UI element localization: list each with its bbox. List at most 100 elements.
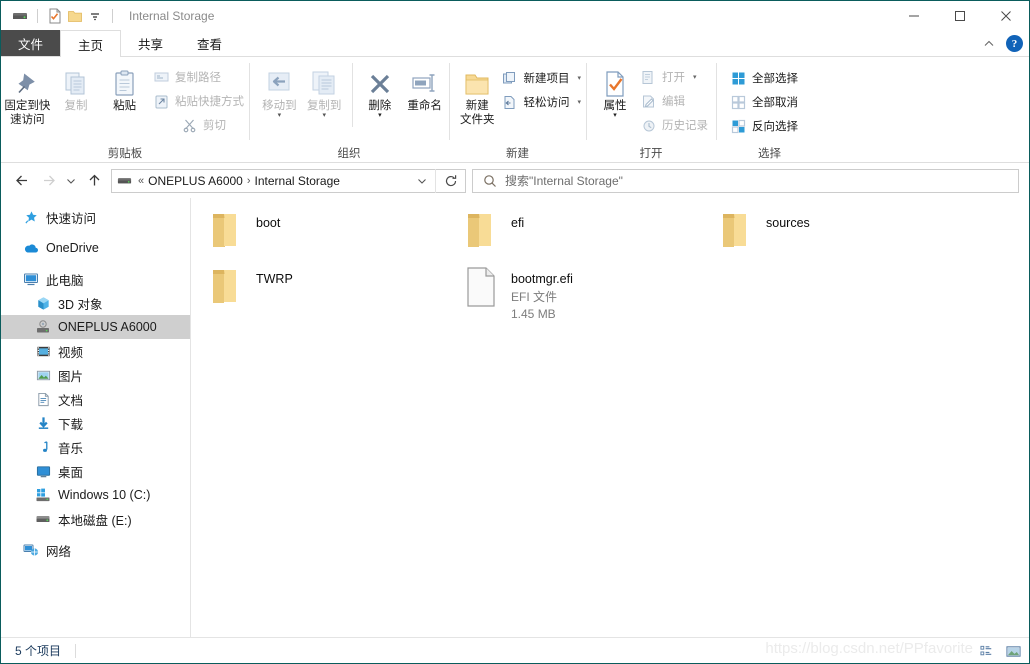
delete-icon xyxy=(365,65,395,99)
copy-button[interactable]: 复制 xyxy=(52,61,101,113)
easy-access-button[interactable]: 轻松访问 ▾ xyxy=(497,91,584,113)
cut-button[interactable]: 剪切 xyxy=(177,114,247,136)
list-item[interactable]: efi xyxy=(456,204,711,260)
paste-shortcut-icon xyxy=(152,92,170,110)
properties-button[interactable]: 属性 ▾ xyxy=(594,61,636,119)
properties-icon[interactable] xyxy=(45,6,65,26)
sidebar-item-documents[interactable]: 文档 xyxy=(1,387,190,411)
file-name: TWRP xyxy=(256,272,293,286)
sidebar-item-pictures[interactable]: 图片 xyxy=(1,363,190,387)
file-list-pane[interactable]: boot efi sources TWRP bootmgr.efi EFI 文件… xyxy=(191,198,1029,637)
back-button[interactable] xyxy=(9,168,35,194)
paste-shortcut-label: 粘贴快捷方式 xyxy=(175,96,245,108)
sidebar-item-quick-access[interactable]: 快速访问 xyxy=(1,205,190,229)
sidebar-label: 网络 xyxy=(46,544,72,559)
copy-to-button[interactable]: 复制到 ▾ xyxy=(302,61,347,119)
new-folder-button[interactable]: 新建 文件夹 xyxy=(457,61,497,127)
customize-qat-icon[interactable] xyxy=(85,6,105,26)
ribbon-group-select: 全部选择 全部取消 反向选择 选择 xyxy=(716,57,823,162)
sidebar-item-desktop[interactable]: 桌面 xyxy=(1,459,190,483)
details-view-button[interactable] xyxy=(977,641,997,661)
status-bar: 5 个项目 https://blog.csdn.net/PPfavorite xyxy=(1,637,1029,663)
paste-button[interactable]: 粘贴 xyxy=(100,61,149,113)
chevron-up-icon[interactable] xyxy=(980,35,998,53)
drive-icon xyxy=(117,173,134,188)
select-all-button[interactable]: 全部选择 xyxy=(726,67,801,89)
delete-button[interactable]: 删除 ▾ xyxy=(357,61,402,119)
sidebar-item-oneplus-a6000[interactable]: ONEPLUS A6000 xyxy=(1,315,190,339)
list-item[interactable]: boot xyxy=(201,204,456,260)
sidebar-item-local-disk-e[interactable]: 本地磁盘 (E:) xyxy=(1,507,190,531)
copy-path-button[interactable]: 复制路径 xyxy=(149,66,247,88)
select-none-button[interactable]: 全部取消 xyxy=(726,91,801,113)
file-explorer-window: Internal Storage 文件 主页 共享 查看 ? 固定到快 速访问 … xyxy=(0,0,1030,664)
history-label: 历史记录 xyxy=(662,120,708,132)
address-dropdown-button[interactable] xyxy=(409,170,435,192)
edit-label: 编辑 xyxy=(662,96,685,108)
open-button[interactable]: 打开 ▾ xyxy=(636,66,711,88)
tab-file[interactable]: 文件 xyxy=(1,30,61,56)
invert-selection-button[interactable]: 反向选择 xyxy=(726,115,801,137)
file-type: EFI 文件 xyxy=(511,290,558,304)
pin-to-quick-access-button[interactable]: 固定到快 速访问 xyxy=(3,61,52,127)
sidebar-item-music[interactable]: 音乐 xyxy=(1,435,190,459)
paste-shortcut-button[interactable]: 粘贴快捷方式 xyxy=(149,90,247,112)
downloads-icon xyxy=(35,415,51,431)
breadcrumb-item-device[interactable]: ONEPLUS A6000 xyxy=(148,174,243,188)
refresh-button[interactable] xyxy=(435,168,465,193)
sidebar-item-onedrive[interactable]: OneDrive xyxy=(1,236,190,260)
large-icons-view-button[interactable] xyxy=(1003,641,1023,661)
title-bar: Internal Storage xyxy=(1,1,1029,30)
folder-icon xyxy=(716,210,756,254)
tab-view[interactable]: 查看 xyxy=(180,30,239,56)
sidebar-label: 桌面 xyxy=(58,465,84,480)
folder-icon xyxy=(206,266,246,310)
breadcrumb[interactable]: « ONEPLUS A6000 › Internal Storage xyxy=(112,173,409,188)
pin-icon xyxy=(12,65,42,99)
item-count: 5 个项目 xyxy=(15,644,62,658)
edit-button[interactable]: 编辑 xyxy=(636,90,711,112)
tab-share[interactable]: 共享 xyxy=(121,30,180,56)
list-item[interactable]: TWRP xyxy=(201,260,456,316)
help-button[interactable]: ? xyxy=(1006,35,1023,52)
sidebar-item-windows-c[interactable]: Windows 10 (C:) xyxy=(1,483,190,507)
history-button[interactable]: 历史记录 xyxy=(636,114,711,136)
breadcrumb-item-folder[interactable]: Internal Storage xyxy=(255,174,340,188)
new-item-button[interactable]: 新建项目 ▾ xyxy=(497,67,584,89)
move-to-button[interactable]: 移动到 ▾ xyxy=(257,61,302,119)
list-item-text: TWRP xyxy=(256,266,293,286)
chevron-down-icon[interactable]: ▾ xyxy=(577,98,581,106)
rename-button[interactable]: 重命名 xyxy=(402,61,447,113)
select-small-buttons: 全部选择 全部取消 反向选择 xyxy=(726,61,801,137)
sidebar-item-this-pc[interactable]: 此电脑 xyxy=(1,267,190,291)
list-item[interactable]: bootmgr.efi EFI 文件 1.45 MB xyxy=(456,260,711,321)
chevron-down-icon[interactable]: ▾ xyxy=(577,74,581,82)
file-name: sources xyxy=(766,216,810,230)
minimize-button[interactable] xyxy=(891,1,937,30)
close-button[interactable] xyxy=(983,1,1029,30)
ribbon-group-clipboard: 固定到快 速访问 复制 粘贴 复制路径 粘贴快捷方式 剪切 剪贴板 xyxy=(1,57,249,162)
recent-locations-button[interactable] xyxy=(61,168,81,194)
chevron-down-icon: ▾ xyxy=(322,112,326,119)
sidebar-item-3d-objects[interactable]: 3D 对象 xyxy=(1,291,190,315)
star-pin-icon xyxy=(23,209,39,225)
up-button[interactable] xyxy=(81,168,107,194)
desktop-icon xyxy=(35,463,51,479)
address-input[interactable]: « ONEPLUS A6000 › Internal Storage xyxy=(111,168,466,193)
breadcrumb-separator[interactable]: › xyxy=(247,175,251,187)
copy-to-label: 复制到 xyxy=(306,100,342,112)
window-title: Internal Storage xyxy=(129,8,215,23)
sidebar-label: 快速访问 xyxy=(46,211,97,226)
sidebar-item-videos[interactable]: 视频 xyxy=(1,339,190,363)
drive-icon[interactable] xyxy=(10,6,30,26)
chevron-down-icon[interactable]: ▾ xyxy=(693,73,697,81)
sidebar-item-network[interactable]: 网络 xyxy=(1,538,190,562)
maximize-button[interactable] xyxy=(937,1,983,30)
new-folder-icon[interactable] xyxy=(65,6,85,26)
forward-button[interactable] xyxy=(35,168,61,194)
tab-home[interactable]: 主页 xyxy=(60,30,122,58)
breadcrumb-overflow[interactable]: « xyxy=(138,175,144,187)
list-item[interactable]: sources xyxy=(711,204,966,260)
search-input[interactable]: 搜索"Internal Storage" xyxy=(472,168,1019,193)
sidebar-item-downloads[interactable]: 下载 xyxy=(1,411,190,435)
